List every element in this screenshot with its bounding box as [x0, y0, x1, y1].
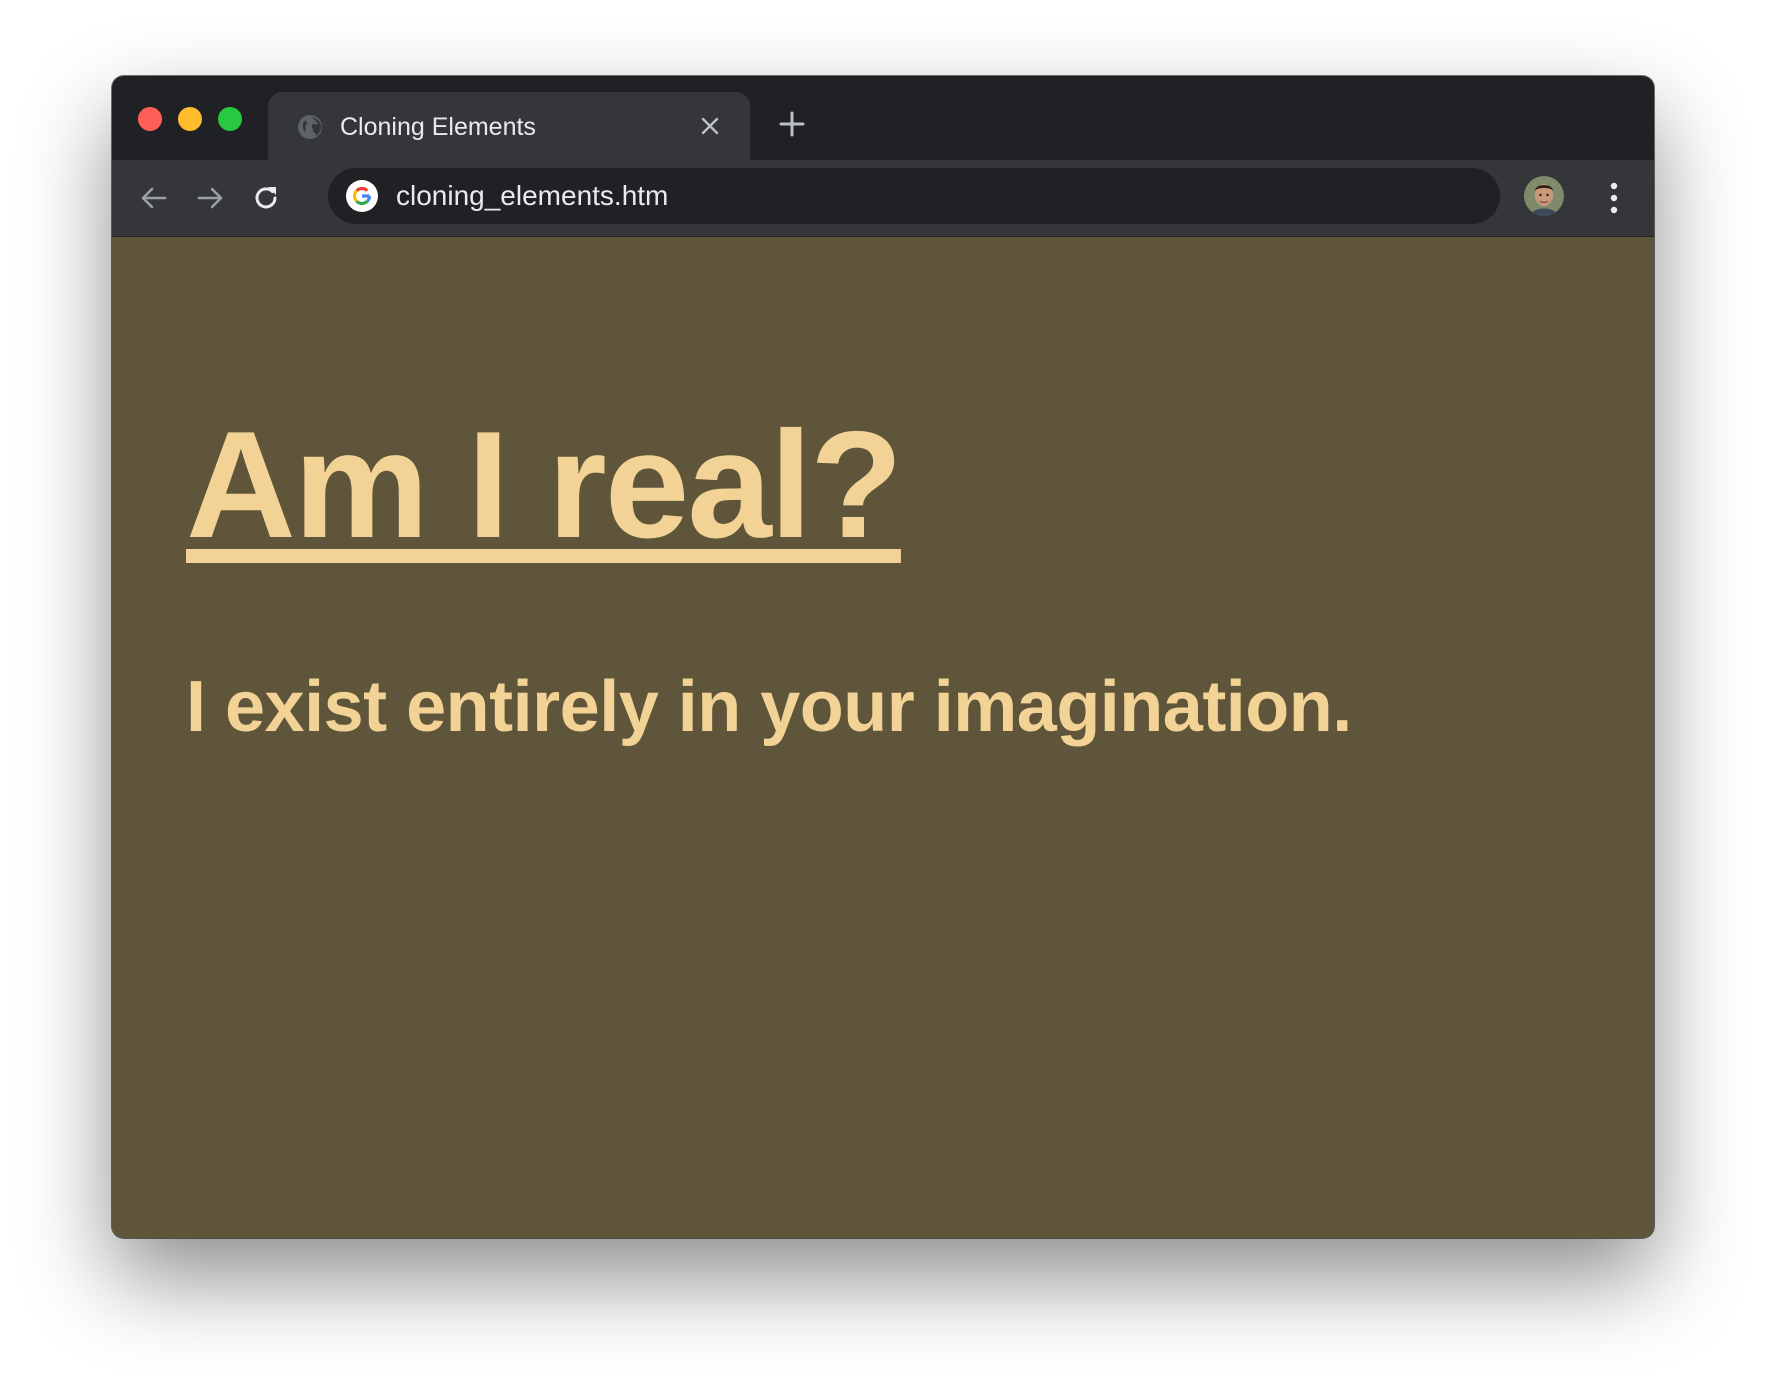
url-text: cloning_elements.htm — [396, 180, 669, 211]
reload-icon[interactable] — [250, 182, 282, 214]
address-bar[interactable]: cloning_elements.htm — [328, 168, 1500, 224]
google-g-icon — [346, 180, 378, 212]
browser-toolbar: cloning_elements.htm — [112, 160, 1654, 237]
close-icon[interactable] — [698, 114, 722, 138]
kebab-menu-icon[interactable] — [1608, 180, 1620, 216]
page-heading: Am I real? — [186, 400, 903, 570]
tab-title: Cloning Elements — [340, 113, 536, 141]
globe-icon — [298, 115, 322, 139]
arrow-left-icon[interactable] — [138, 182, 170, 214]
tab-cloning-elements[interactable]: Cloning Elements — [268, 92, 750, 160]
window-minimize-button[interactable] — [178, 107, 202, 131]
plus-icon[interactable] — [778, 110, 806, 138]
tab-strip: Cloning Elements — [112, 76, 1654, 160]
browser-window: Cloning Elements cloning_elements.htm Am… — [112, 76, 1654, 1238]
profile-avatar[interactable] — [1524, 176, 1564, 216]
window-maximize-button[interactable] — [218, 107, 242, 131]
page-subtext: I exist entirely in your imagination. — [186, 667, 1352, 747]
window-close-button[interactable] — [138, 107, 162, 131]
page-content: Am I real? I exist entirely in your imag… — [112, 237, 1654, 1238]
arrow-right-icon[interactable] — [194, 182, 226, 214]
